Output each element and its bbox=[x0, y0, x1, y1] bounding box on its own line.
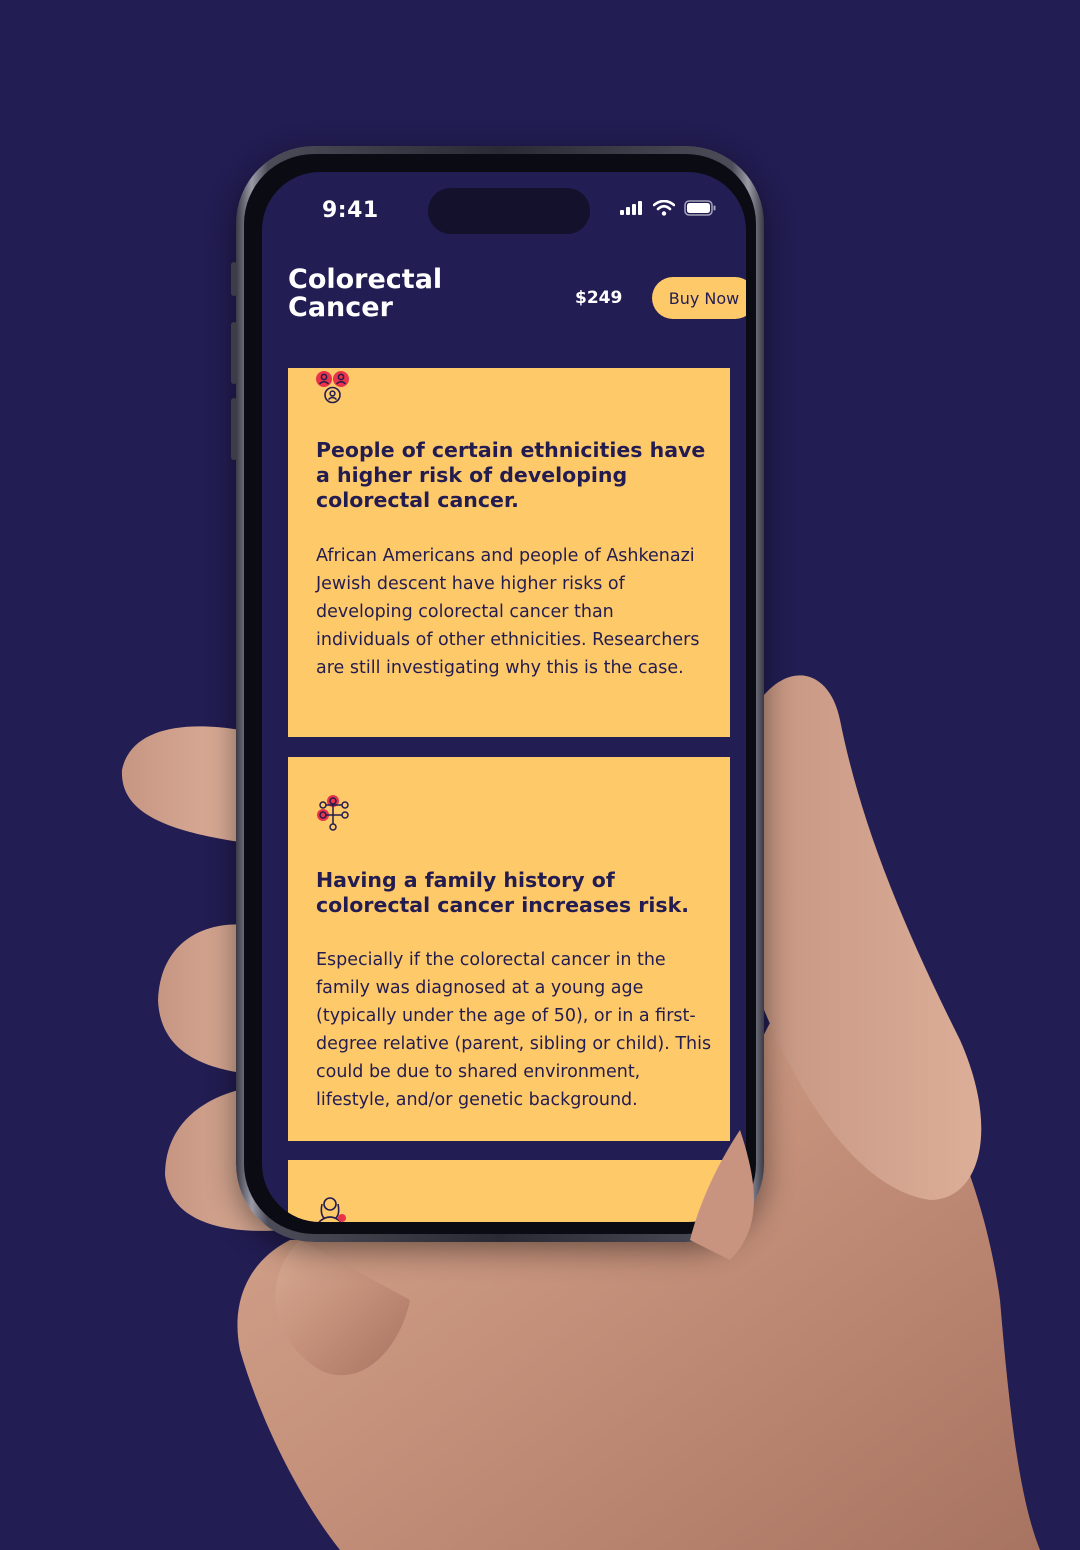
thumb-overlay bbox=[690, 1130, 754, 1260]
